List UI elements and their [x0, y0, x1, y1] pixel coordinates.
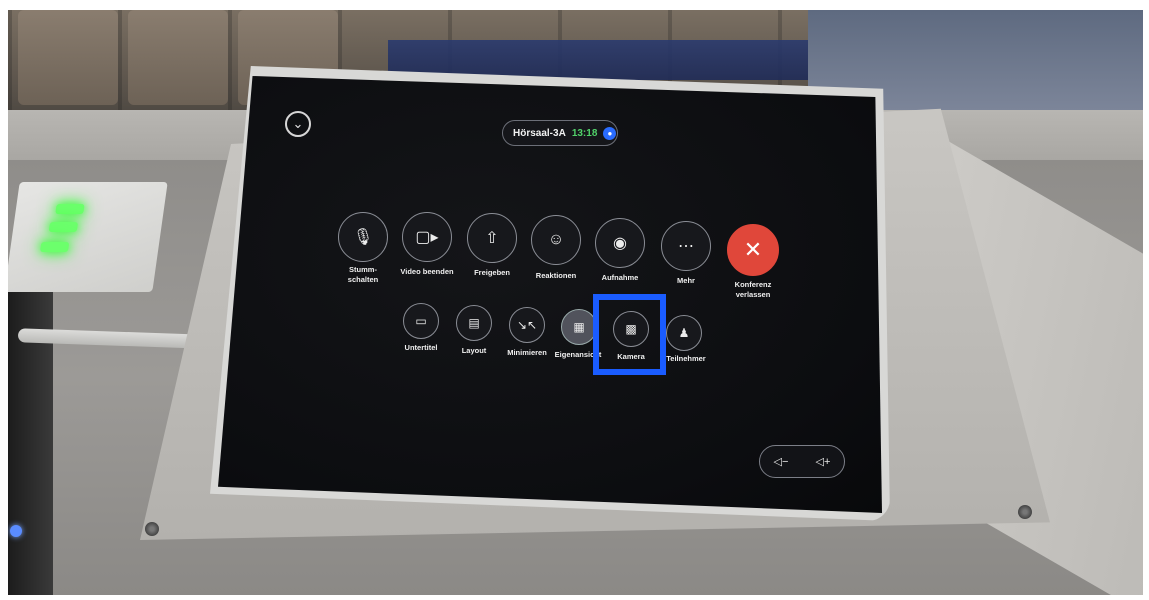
volume-control: ◁− ◁+	[759, 445, 845, 478]
wall-switch-plate	[8, 182, 168, 292]
screw	[1018, 505, 1032, 519]
meeting-time: 13:18	[571, 127, 598, 139]
close-icon: ✕	[743, 237, 763, 262]
circle-dot-icon: ●	[603, 126, 617, 140]
person-icon: ♟	[678, 326, 690, 340]
seat-back	[128, 10, 228, 105]
room-name: Hörsaal-3A	[513, 127, 566, 139]
video-camera-icon: ▢▸	[415, 229, 439, 246]
ellipsis-icon: ⋯	[678, 238, 694, 255]
switch-led	[55, 204, 85, 214]
smiley-icon: ☺	[547, 231, 565, 248]
volume-down-icon[interactable]: ◁−	[774, 455, 789, 468]
share-button[interactable]: ⇧	[467, 213, 517, 263]
captions-icon: ▭	[415, 314, 427, 328]
captions-button[interactable]: ▭	[403, 303, 439, 339]
record-icon: ◉	[613, 235, 627, 252]
volume-up-icon[interactable]: ◁+	[816, 455, 831, 468]
dark-device-edge	[8, 270, 53, 595]
room-status-pill[interactable]: Hörsaal-3A 13:18 ●	[502, 120, 618, 146]
record-label: Aufnahme	[601, 273, 639, 282]
minimize-label: Minimieren	[507, 348, 547, 357]
participants-label: Teilnehmer	[666, 354, 706, 363]
self-view-button[interactable]: ▦	[561, 309, 597, 345]
layout-icon: ▤	[468, 316, 480, 330]
mute-label: Stumm- schalten	[347, 265, 379, 284]
leave-conference-label: Konferenz verlassen	[734, 280, 772, 299]
switch-led	[48, 222, 79, 232]
seat-back	[18, 10, 118, 105]
highlight-box	[593, 294, 666, 375]
minimize-icon: ↘↖	[516, 318, 538, 332]
switch-led	[39, 242, 70, 252]
self-view-icon: ▦	[573, 320, 585, 334]
more-label: Mehr	[677, 276, 695, 285]
stop-video-label: Video beenden	[400, 267, 454, 276]
chevron-down-icon[interactable]: ⌄	[285, 111, 311, 137]
participants-button[interactable]: ♟	[666, 315, 702, 351]
share-label: Freigeben	[474, 268, 510, 277]
layout-button[interactable]: ▤	[456, 305, 492, 341]
screw	[145, 522, 159, 536]
minimize-button[interactable]: ↘↖	[509, 307, 545, 343]
share-icon: ⇧	[485, 230, 499, 247]
power-led	[10, 525, 22, 537]
mute-button[interactable]: 🎙	[338, 212, 388, 262]
layout-label: Layout	[461, 346, 487, 355]
record-button[interactable]: ◉	[595, 218, 645, 268]
leave-conference-button[interactable]: ✕	[727, 224, 779, 276]
reactions-button[interactable]: ☺	[531, 215, 581, 265]
more-button[interactable]: ⋯	[661, 221, 711, 271]
stop-video-button[interactable]: ▢▸	[402, 212, 452, 262]
reactions-label: Reaktionen	[535, 271, 577, 280]
microphone-icon: 🎙	[352, 229, 374, 246]
captions-label: Untertitel	[404, 343, 438, 352]
